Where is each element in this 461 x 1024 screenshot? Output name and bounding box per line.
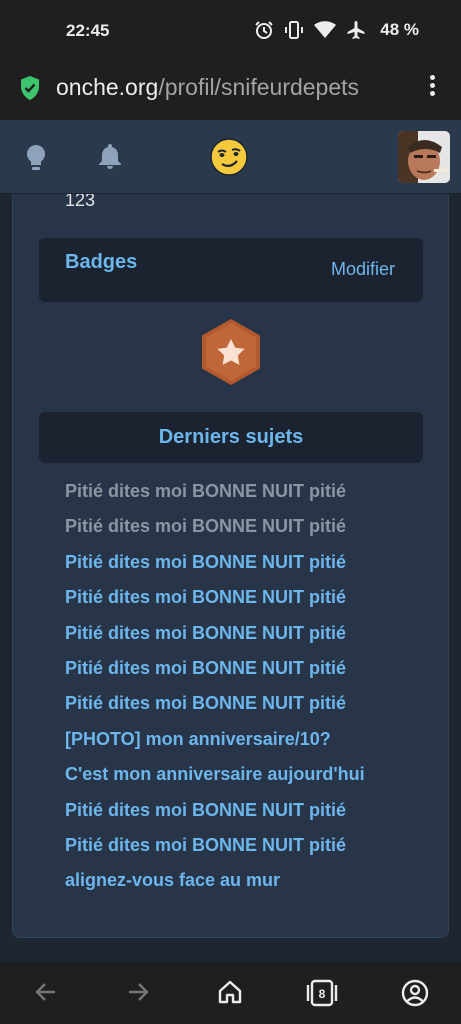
bottom-nav: 8 <box>0 962 461 1024</box>
url-text[interactable]: onche.org/profil/snifeurdepets <box>56 74 359 101</box>
vibrate-icon <box>284 20 304 40</box>
topic-link[interactable]: Pitié dites moi BONNE NUIT pitié <box>65 658 365 693</box>
topic-link[interactable]: [PHOTO] mon anniversaire/10? <box>65 729 365 764</box>
profile-number: 123 <box>65 194 96 210</box>
topics-header: Derniers sujets <box>39 412 423 463</box>
wifi-icon <box>314 21 337 39</box>
account-icon[interactable] <box>401 979 429 1012</box>
tab-count: 8 <box>319 987 326 1001</box>
url-domain: onche.org <box>56 74 159 100</box>
tabs-icon[interactable]: 8 <box>306 979 338 1012</box>
forward-arrow-icon[interactable] <box>125 979 151 1010</box>
badges-edit-link[interactable]: Modifier <box>331 259 395 280</box>
profile-card: 123 Badges Modifier Derniers sujets Piti… <box>12 194 449 938</box>
site-header <box>0 120 461 194</box>
topic-link[interactable]: alignez-vous face au mur <box>65 870 365 905</box>
lightbulb-icon[interactable] <box>25 144 47 177</box>
badges-header: Badges Modifier <box>39 238 423 302</box>
browser-url-bar[interactable]: onche.org/profil/snifeurdepets <box>0 62 461 120</box>
topic-link[interactable]: Pitié dites moi BONNE NUIT pitié <box>65 623 365 658</box>
topic-link[interactable]: Pitié dites moi BONNE NUIT pitié <box>65 835 365 870</box>
badges-title: Badges <box>65 251 138 273</box>
battery-level: 48 % <box>380 20 419 39</box>
bell-icon[interactable] <box>98 142 122 175</box>
airplane-icon <box>346 20 366 40</box>
topic-link[interactable]: Pitié dites moi BONNE NUIT pitié <box>65 800 365 835</box>
topic-link[interactable]: Pitié dites moi BONNE NUIT pitié <box>65 516 365 551</box>
avatar[interactable] <box>398 131 450 183</box>
status-time: 22:45 <box>66 21 110 40</box>
topic-link[interactable]: C'est mon anniversaire aujourd'hui <box>65 764 365 799</box>
status-bar: 22:45 48 % <box>0 0 461 62</box>
topics-title: Derniers sujets <box>158 426 304 448</box>
url-path: /profil/snifeurdepets <box>158 74 360 100</box>
shield-check-icon[interactable] <box>19 75 41 106</box>
topic-link[interactable]: Pitié dites moi BONNE NUIT pitié <box>65 552 365 587</box>
alarm-icon <box>254 20 274 40</box>
home-icon[interactable] <box>217 979 243 1010</box>
topic-link[interactable]: Pitié dites moi BONNE NUIT pitié <box>65 587 365 622</box>
status-icons: 48 % <box>254 20 419 40</box>
topic-link[interactable]: Pitié dites moi BONNE NUIT pitié <box>65 481 365 516</box>
back-arrow-icon[interactable] <box>33 979 59 1010</box>
more-vert-icon[interactable] <box>425 73 439 99</box>
topics-list: Pitié dites moi BONNE NUIT pitié Pitié di… <box>65 481 365 906</box>
profile-content: 123 Badges Modifier Derniers sujets Piti… <box>0 194 461 962</box>
topic-link[interactable]: Pitié dites moi BONNE NUIT pitié <box>65 693 365 728</box>
smiley-logo[interactable] <box>209 137 249 182</box>
star-hexagon-badge[interactable] <box>199 317 263 392</box>
